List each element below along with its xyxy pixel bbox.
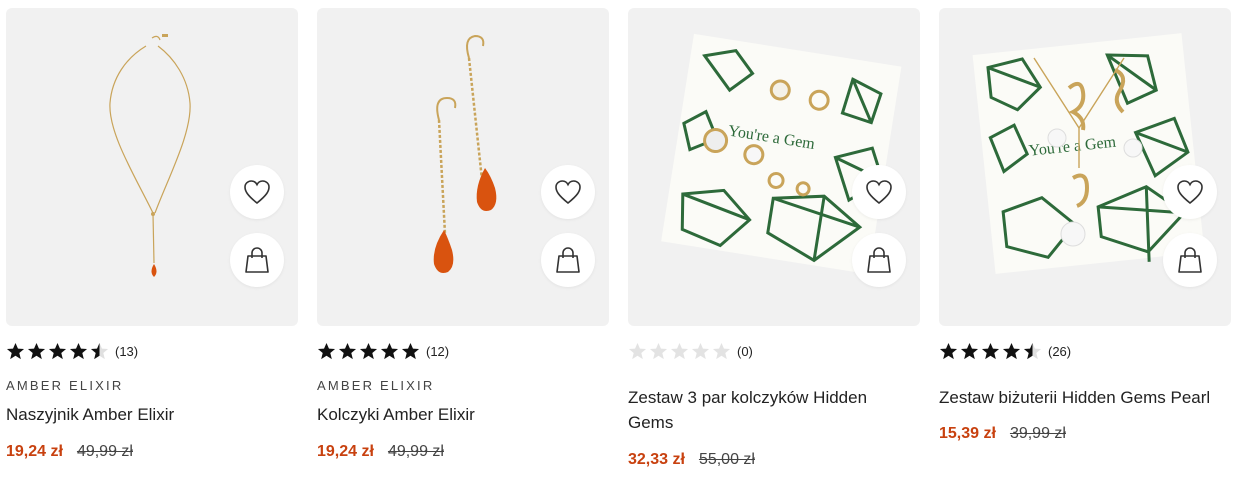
rating-stars bbox=[939, 342, 1042, 361]
product-image[interactable] bbox=[6, 8, 298, 326]
shopping-bag-icon bbox=[245, 247, 269, 273]
product-image[interactable]: You're a Gem bbox=[939, 8, 1231, 326]
star-icon bbox=[359, 342, 378, 359]
star-icon bbox=[401, 342, 420, 359]
rating-stars bbox=[628, 342, 731, 361]
heart-icon bbox=[1177, 180, 1203, 205]
add-to-cart-button[interactable] bbox=[852, 233, 906, 287]
product-name[interactable]: Zestaw biżuterii Hidden Gems Pearl bbox=[939, 385, 1219, 410]
brand-name[interactable]: AMBER ELIXIR bbox=[6, 378, 123, 393]
original-price: 39,99 zł bbox=[1009, 425, 1066, 442]
product-grid: (13) AMBER ELIXIR Naszyjnik Amber Elixir… bbox=[0, 0, 1233, 491]
review-count: (0) bbox=[737, 343, 753, 359]
rating-stars bbox=[317, 342, 420, 361]
product-card[interactable]: You're a Gem bbox=[939, 8, 1231, 442]
star-empty-icon bbox=[628, 342, 647, 359]
product-image[interactable]: You're a Gem bbox=[628, 8, 920, 326]
rating: (13) bbox=[6, 342, 138, 360]
star-icon bbox=[338, 342, 357, 359]
original-price: 49,99 zł bbox=[387, 443, 444, 460]
star-icon bbox=[960, 342, 979, 359]
review-count: (13) bbox=[115, 343, 139, 359]
star-icon bbox=[939, 342, 958, 359]
shopping-bag-icon bbox=[1178, 247, 1202, 273]
review-count: (12) bbox=[426, 343, 450, 359]
heart-icon bbox=[244, 180, 270, 205]
add-to-cart-button[interactable] bbox=[541, 233, 595, 287]
star-icon bbox=[380, 342, 399, 359]
rating: (26) bbox=[939, 342, 1071, 360]
price-block: 32,33 zł 55,00 zł bbox=[628, 451, 755, 469]
star-half-icon bbox=[1023, 342, 1042, 359]
rating: (12) bbox=[317, 342, 449, 360]
star-icon bbox=[69, 342, 88, 359]
price-block: 15,39 zł 39,99 zł bbox=[939, 425, 1066, 443]
product-name[interactable]: Naszyjnik Amber Elixir bbox=[6, 402, 286, 427]
star-half-icon bbox=[90, 342, 109, 359]
shopping-bag-icon bbox=[867, 247, 891, 273]
original-price: 55,00 zł bbox=[698, 451, 755, 468]
wishlist-button[interactable] bbox=[230, 165, 284, 219]
product-card[interactable]: You're a Gem bbox=[628, 8, 920, 468]
original-price: 49,99 zł bbox=[76, 443, 133, 460]
product-name[interactable]: Zestaw 3 par kolczyków Hidden Gems bbox=[628, 385, 908, 435]
star-empty-icon bbox=[670, 342, 689, 359]
heart-icon bbox=[866, 180, 892, 205]
brand-name[interactable]: AMBER ELIXIR bbox=[317, 378, 434, 393]
price-block: 19,24 zł 49,99 zł bbox=[317, 443, 444, 461]
star-icon bbox=[48, 342, 67, 359]
sale-price: 32,33 zł bbox=[628, 451, 685, 468]
wishlist-button[interactable] bbox=[1163, 165, 1217, 219]
star-icon bbox=[981, 342, 1000, 359]
star-icon bbox=[6, 342, 25, 359]
add-to-cart-button[interactable] bbox=[230, 233, 284, 287]
wishlist-button[interactable] bbox=[852, 165, 906, 219]
shopping-bag-icon bbox=[556, 247, 580, 273]
sale-price: 15,39 zł bbox=[939, 425, 996, 442]
star-empty-icon bbox=[691, 342, 710, 359]
rating: (0) bbox=[628, 342, 753, 360]
sale-price: 19,24 zł bbox=[317, 443, 374, 460]
product-image[interactable] bbox=[317, 8, 609, 326]
product-name[interactable]: Kolczyki Amber Elixir bbox=[317, 402, 597, 427]
star-icon bbox=[317, 342, 336, 359]
product-card[interactable]: (12) AMBER ELIXIR Kolczyki Amber Elixir … bbox=[317, 8, 609, 460]
wishlist-button[interactable] bbox=[541, 165, 595, 219]
star-empty-icon bbox=[712, 342, 731, 359]
add-to-cart-button[interactable] bbox=[1163, 233, 1217, 287]
heart-icon bbox=[555, 180, 581, 205]
star-icon bbox=[27, 342, 46, 359]
price-block: 19,24 zł 49,99 zł bbox=[6, 443, 133, 461]
rating-stars bbox=[6, 342, 109, 361]
review-count: (26) bbox=[1048, 343, 1072, 359]
product-card[interactable]: (13) AMBER ELIXIR Naszyjnik Amber Elixir… bbox=[6, 8, 298, 460]
sale-price: 19,24 zł bbox=[6, 443, 63, 460]
star-icon bbox=[1002, 342, 1021, 359]
star-empty-icon bbox=[649, 342, 668, 359]
